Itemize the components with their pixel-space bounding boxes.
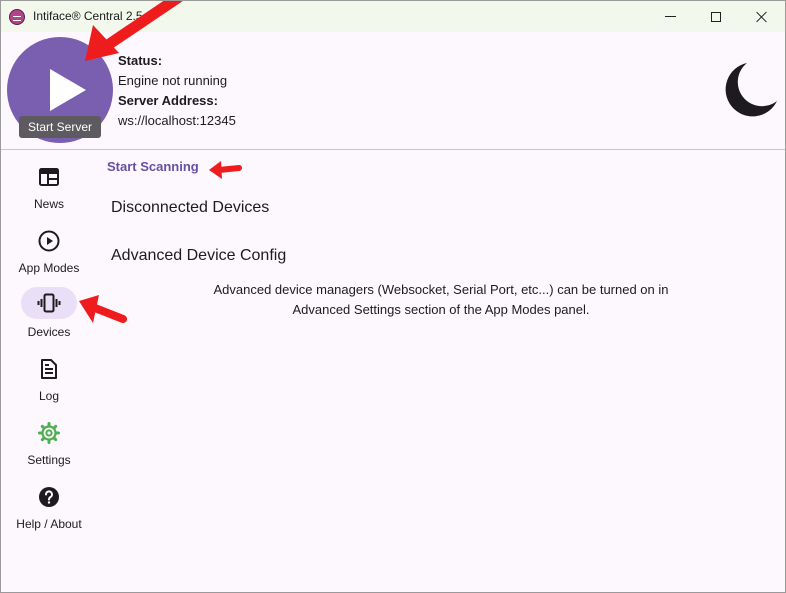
maximize-button[interactable] [693, 1, 739, 32]
status-value: Engine not running [118, 73, 228, 88]
devices-icon-wrap [21, 287, 77, 319]
disconnected-devices-heading: Disconnected Devices [111, 199, 270, 216]
close-button[interactable] [739, 1, 785, 32]
maximize-icon [711, 11, 721, 22]
start-scanning-button[interactable]: Start Scanning [107, 159, 199, 174]
sidebar-item-settings[interactable]: Settings [1, 417, 97, 477]
minimize-icon [664, 16, 676, 17]
notice-line: Advanced device managers (Websocket, Ser… [213, 282, 669, 297]
minimize-button[interactable] [647, 1, 693, 32]
sidebar-item-label: Settings [27, 453, 71, 467]
vibration-icon [37, 293, 61, 313]
server-address-label: Server Address: [118, 93, 218, 108]
sidebar-item-label: Help / About [16, 517, 82, 531]
play-icon [50, 69, 86, 111]
sidebar-item-app-modes[interactable]: App Modes [1, 225, 97, 285]
server-address-value: ws://localhost:12345 [118, 113, 236, 128]
close-icon [756, 11, 768, 23]
advanced-device-config-heading: Advanced Device Config [111, 247, 287, 264]
news-icon-wrap [21, 161, 77, 193]
document-icon [41, 359, 57, 379]
log-icon-wrap [21, 353, 77, 385]
moon-icon[interactable] [721, 61, 779, 119]
play-circle-icon [38, 230, 60, 252]
annotation-arrow-devices [79, 295, 127, 323]
app-window: Intiface® Central 2.5.0 Start Server Sta… [0, 0, 786, 593]
sidebar-item-label: News [33, 197, 64, 211]
sidebar-item-label: App Modes [18, 261, 80, 275]
help-icon [39, 487, 59, 507]
header-divider [1, 149, 785, 150]
sidebar-item-news[interactable]: News [1, 161, 97, 221]
app-logo-icon [9, 9, 25, 25]
notice-line: Advanced Settings section of the App Mod… [292, 302, 590, 317]
sidebar-item-label: Log [38, 389, 60, 403]
sidebar-item-log[interactable]: Log [1, 353, 97, 413]
help-icon-wrap [21, 481, 77, 513]
annotation-arrow-start-scanning [209, 161, 242, 179]
start-server-tooltip: Start Server [19, 116, 101, 138]
app-modes-icon-wrap [21, 225, 77, 257]
sidebar-item-help[interactable]: Help / About [1, 481, 97, 541]
settings-icon-wrap [21, 417, 77, 449]
gear-icon [38, 422, 60, 444]
annotation-arrow-start-server [85, 1, 183, 61]
advanced-managers-notice: Advanced device managers (Websocket, Ser… [141, 280, 741, 320]
news-icon [39, 168, 59, 186]
